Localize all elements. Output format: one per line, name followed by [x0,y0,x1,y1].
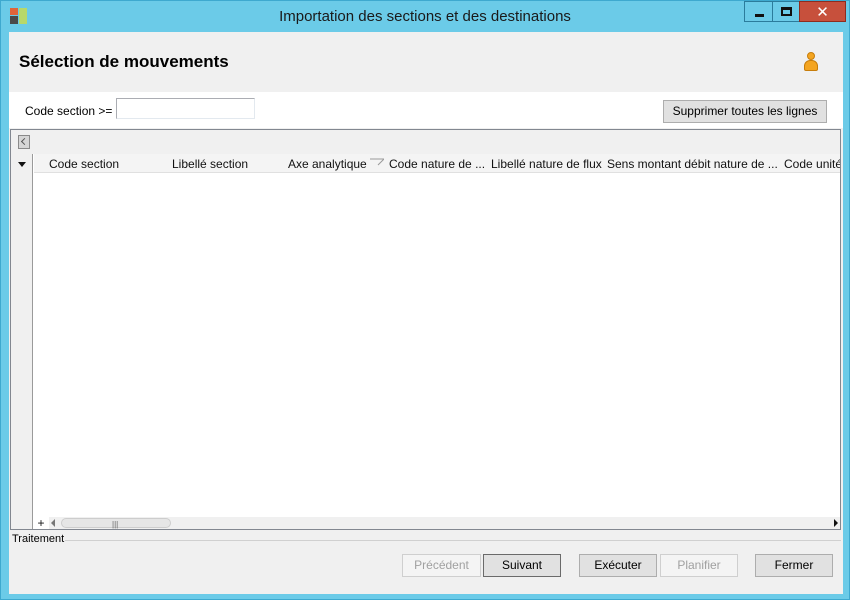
column-header-libelle-section[interactable]: Libellé section [172,157,282,171]
minimize-icon [755,14,764,17]
close-window-button[interactable]: ✕ [799,1,846,22]
filter-icon[interactable] [370,158,384,166]
processing-section-label: Traitement [12,533,65,545]
title-bar[interactable]: Importation des sections et des destinat… [1,1,849,31]
row-selector-column [11,154,33,529]
app-window: Importation des sections et des destinat… [0,0,850,600]
section-divider [65,540,841,541]
grip-icon: ||| [112,520,119,529]
column-header-axe-analytique[interactable]: Axe analytique [288,157,370,171]
code-section-input[interactable] [116,98,255,119]
add-row-button[interactable]: + [35,517,47,529]
grid-header: Code section Libellé section Axe analyti… [34,154,840,173]
movements-grid: Code section Libellé section Axe analyti… [10,129,841,530]
close-icon: ✕ [816,3,829,21]
user-icon[interactable] [803,52,819,74]
next-button[interactable]: Suivant [483,554,561,577]
maximize-button[interactable] [772,1,800,22]
grid-body[interactable] [34,174,840,516]
horizontal-scrollbar[interactable]: ||| [49,517,840,529]
page-header: Sélection de mouvements [9,32,843,92]
export-icon[interactable] [18,135,30,149]
window-title: Importation des sections et des destinat… [279,8,571,25]
client-area: Sélection de mouvements Code section >= … [9,32,843,594]
scroll-left-icon[interactable] [51,519,55,527]
delete-all-rows-button[interactable]: Supprimer toutes les lignes [663,100,827,123]
page-title: Sélection de mouvements [19,52,229,71]
previous-button[interactable]: Précédent [402,554,481,577]
column-header-libelle-nature-flux[interactable]: Libellé nature de flux [491,157,603,171]
filter-bar: Code section >= Supprimer toutes les lig… [9,92,843,128]
scrollbar-thumb[interactable]: ||| [61,518,171,529]
schedule-button[interactable]: Planifier [660,554,738,577]
column-header-code-unite[interactable]: Code unité [784,157,840,171]
scroll-right-icon[interactable] [834,519,838,527]
grid-toolbar [11,130,840,154]
column-header-code-nature[interactable]: Code nature de ... [389,157,487,171]
close-button[interactable]: Fermer [755,554,833,577]
column-chooser-icon[interactable] [18,162,26,167]
column-header-code-section[interactable]: Code section [49,157,164,171]
column-header-sens-montant[interactable]: Sens montant débit nature de ... [607,157,779,171]
code-section-label: Code section >= [25,104,113,118]
maximize-icon [781,7,792,16]
execute-button[interactable]: Exécuter [579,554,657,577]
minimize-button[interactable] [744,1,773,22]
